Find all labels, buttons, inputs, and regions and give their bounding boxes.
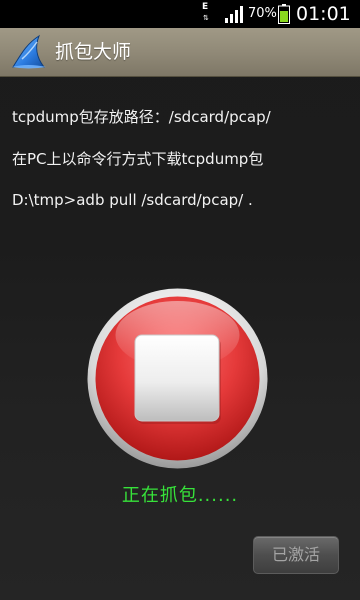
screen: E ⇅ 70% 01:01 抓包大师 tcpdump包存放路径：/sdcard/…	[0, 0, 360, 600]
app-title: 抓包大师	[55, 41, 132, 63]
signal-strength-icon	[225, 6, 243, 23]
adb-command-text: D:\tmp>adb pull /sdcard/pcap/ .	[12, 191, 253, 209]
stop-icon	[87, 288, 268, 469]
app-bar: 抓包大师	[0, 28, 360, 77]
download-instruction-text: 在PC上以命令行方式下载tcpdump包	[12, 150, 264, 168]
capture-status-text: 正在抓包......	[121, 485, 239, 506]
data-activity-icon: ⇅	[203, 14, 209, 22]
stop-capture-button[interactable]	[86, 287, 269, 470]
battery-percent: 70%	[248, 6, 277, 21]
status-bar: E ⇅ 70% 01:01	[0, 0, 360, 28]
storage-path-text: tcpdump包存放路径：/sdcard/pcap/	[12, 108, 271, 126]
network-type-label: E	[202, 2, 209, 12]
shark-fin-icon	[12, 34, 46, 69]
activated-button[interactable]: 已激活	[253, 536, 339, 574]
battery-icon	[278, 4, 290, 24]
clock: 01:01	[296, 3, 351, 25]
